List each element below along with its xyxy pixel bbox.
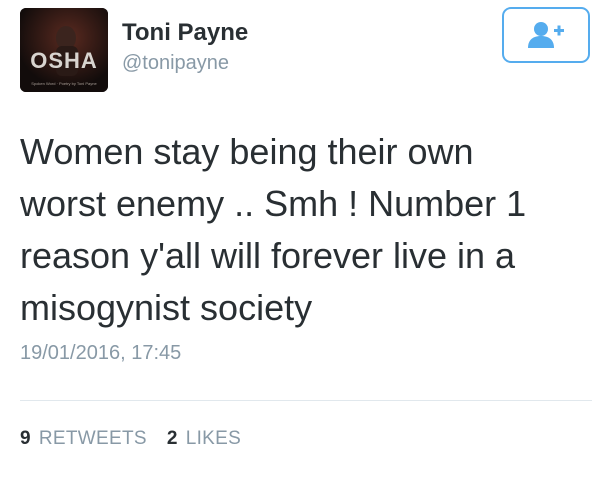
likes-stat[interactable]: 2 LIKES: [167, 428, 241, 450]
author-info: Toni Payne @tonipayne: [122, 18, 248, 76]
tweet-text-line: reason y'all will forever live in a: [20, 235, 516, 276]
user-handle[interactable]: @tonipayne: [122, 50, 248, 76]
retweet-count: 9: [20, 428, 31, 449]
avatar-image: OSHA Spoken Word · Poetry by Toni Payne: [20, 8, 108, 92]
tweet-text: Women stay being their own worst enemy .…: [20, 126, 580, 334]
retweets-stat[interactable]: 9 RETWEETS: [20, 428, 147, 450]
likes-label: LIKES: [185, 428, 242, 449]
tweet-text-line: misogynist society: [20, 287, 313, 328]
avatar-wordmark: OSHA: [30, 48, 98, 73]
display-name[interactable]: Toni Payne: [122, 18, 248, 48]
avatar[interactable]: OSHA Spoken Word · Poetry by Toni Payne: [20, 8, 108, 92]
add-user-icon: [528, 22, 564, 48]
retweets-label: RETWEETS: [38, 428, 147, 449]
tweet-text-line: worst enemy .. Smh ! Number 1: [20, 183, 527, 224]
like-count: 2: [166, 428, 178, 449]
tweet-text-line: Women stay being their own: [20, 131, 474, 172]
tweet-stats: 9 RETWEETS 2 LIKES: [20, 428, 261, 450]
avatar-caption: Spoken Word · Poetry by Toni Payne: [31, 81, 97, 86]
divider: [20, 400, 592, 401]
follow-button[interactable]: [502, 7, 590, 63]
tweet-timestamp[interactable]: 19/01/2016, 17:45: [20, 342, 181, 365]
